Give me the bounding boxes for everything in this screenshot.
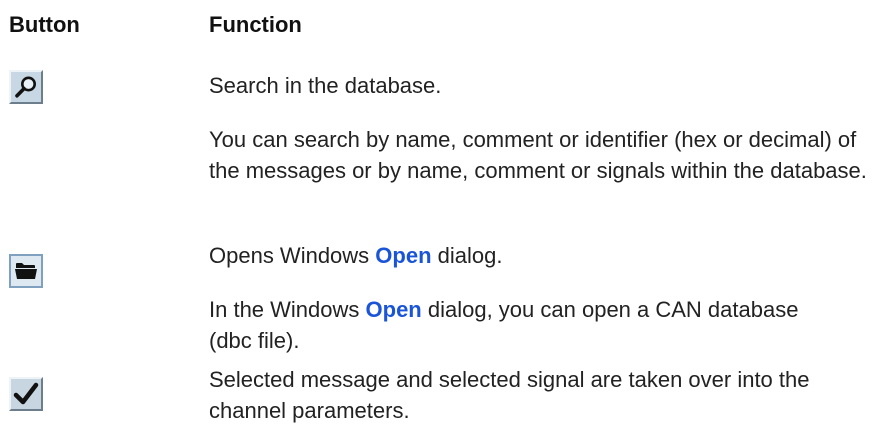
open-description: Opens Windows Open dialog. <box>209 240 879 271</box>
column-header-function: Function <box>209 12 302 37</box>
search-description: Search in the database. <box>209 73 442 98</box>
accept-description: Selected message and selected signal are… <box>209 367 810 423</box>
open-description-text-1: Opens Windows <box>209 243 376 268</box>
column-header-button: Button <box>9 12 80 37</box>
checkmark-icon <box>13 382 39 405</box>
search-icon <box>15 76 36 98</box>
open-dialog-link[interactable]: Open <box>375 243 431 268</box>
open-dialog-link-2[interactable]: Open <box>366 297 422 322</box>
open-detail-text-1: In the Windows <box>209 297 366 322</box>
open-detail: In the Windows Open dialog, you can open… <box>209 294 809 356</box>
accept-button[interactable] <box>9 377 43 411</box>
search-detail: You can search by name, comment or ident… <box>209 127 867 183</box>
open-description-text-2: dialog. <box>431 243 503 268</box>
search-button[interactable] <box>9 70 43 104</box>
folder-open-icon <box>15 263 37 279</box>
open-button[interactable] <box>9 254 43 288</box>
